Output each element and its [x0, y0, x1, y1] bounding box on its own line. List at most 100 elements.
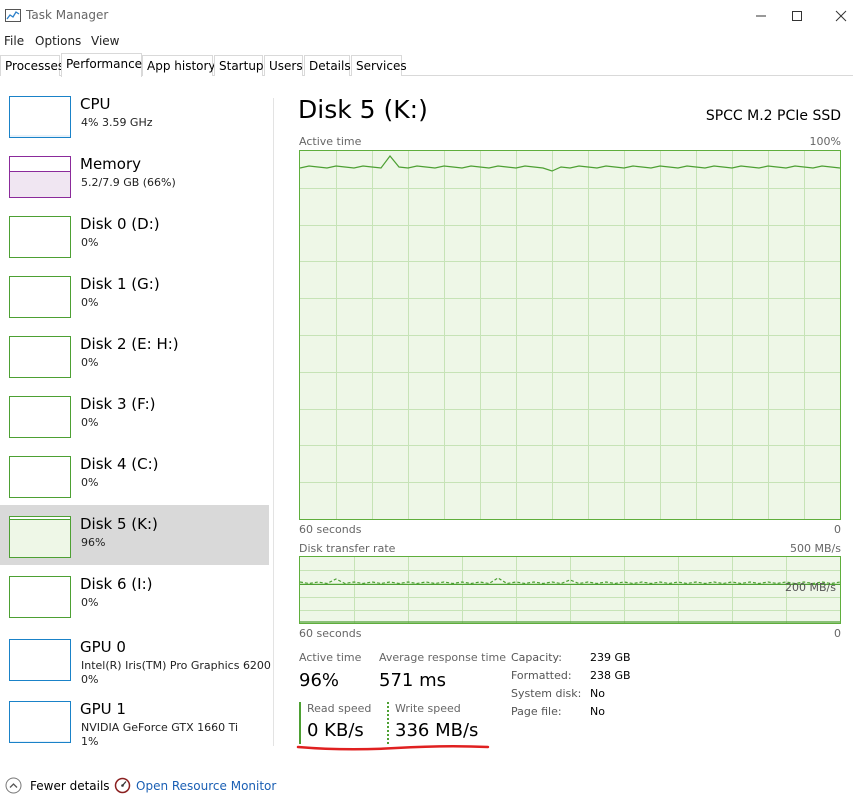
tab-processes[interactable]: Processes: [0, 55, 64, 76]
sidebar-item-title: GPU 0: [80, 638, 126, 656]
active-time-label: Active time: [299, 651, 362, 664]
tab-users[interactable]: Users: [264, 55, 303, 76]
sidebar-item-title: CPU: [80, 95, 111, 113]
active-graph-max: 100%: [809, 135, 841, 148]
close-button[interactable]: [818, 0, 853, 31]
sidebar-item-subtitle: 0%: [81, 596, 99, 609]
minimize-icon: [756, 15, 766, 17]
tab-bar: Processes Performance App history Startu…: [0, 53, 853, 77]
active-graph-label: Active time: [299, 135, 362, 148]
menu-options[interactable]: Options: [35, 34, 81, 48]
sidebar-item-subtitle: NVIDIA GeForce GTX 1660 Ti: [81, 721, 239, 734]
sidebar-item-title: Memory: [80, 155, 142, 173]
sidebar-item-title: GPU 1: [80, 700, 126, 718]
fewer-details-link[interactable]: Fewer details: [30, 779, 110, 793]
usage-thumbnail: [9, 216, 71, 258]
usage-thumbnail: [9, 276, 71, 318]
usage-thumbnail: [9, 396, 71, 438]
sidebar-item-subtitle: Intel(R) Iris(TM) Pro Graphics 6200: [81, 659, 271, 672]
sidebar-item-disk-0-d[interactable]: Disk 0 (D:) 0%: [0, 205, 269, 265]
formatted-value: 238 GB: [590, 669, 631, 682]
maximize-button[interactable]: [774, 0, 820, 31]
footer-bar: Fewer details Open Resource Monitor: [0, 772, 853, 797]
page-title: Disk 5 (K:): [298, 95, 428, 124]
usage-thumbnail: [9, 576, 71, 618]
sidebar-item-disk-2-e-h[interactable]: Disk 2 (E: H:) 0%: [0, 325, 269, 385]
system-disk-key: System disk:: [511, 687, 582, 700]
transfer-graph-label: Disk transfer rate: [299, 542, 396, 555]
tab-startup[interactable]: Startup: [214, 55, 264, 76]
sidebar-item-title: Disk 0 (D:): [80, 215, 160, 233]
read-speed-label: Read speed: [307, 702, 372, 715]
system-disk-value: No: [590, 687, 605, 700]
sidebar-item-title: Disk 6 (I:): [80, 575, 153, 593]
transfer-graph-xlabel: 60 seconds: [299, 627, 362, 640]
page-file-key: Page file:: [511, 705, 562, 718]
menu-view[interactable]: View: [91, 34, 119, 48]
active-time-graph: [299, 150, 841, 520]
transfer-rate-plot: [300, 557, 840, 623]
sidebar-item-memory[interactable]: Memory 5.2/7.9 GB (66%): [0, 145, 269, 205]
formatted-key: Formatted:: [511, 669, 572, 682]
active-time-area: [300, 156, 840, 519]
transfer-rate-graph: 200 MB/s: [299, 556, 841, 624]
sidebar-item-subtitle: 0%: [81, 356, 99, 369]
write-speed-label: Write speed: [395, 702, 461, 715]
sidebar-item-disk-3-f[interactable]: Disk 3 (F:) 0%: [0, 385, 269, 445]
read-speed-marker: [299, 702, 301, 744]
sidebar-item-subtitle: 4% 3.59 GHz: [81, 116, 153, 129]
usage-thumbnail: [9, 456, 71, 498]
tab-performance[interactable]: Performance: [61, 53, 142, 77]
transfer-graph-min: 0: [834, 627, 841, 640]
sidebar-item-title: Disk 1 (G:): [80, 275, 160, 293]
usage-fill: [10, 741, 70, 742]
chevron-up-icon[interactable]: [5, 777, 22, 794]
tab-services[interactable]: Services: [351, 55, 407, 76]
sidebar-item-usage: 1%: [81, 735, 99, 748]
maximize-icon: [792, 11, 802, 21]
active-graph-xlabel: 60 seconds: [299, 523, 362, 536]
tab-details[interactable]: Details: [304, 55, 351, 76]
write-speed-value: 336 MB/s: [395, 720, 479, 741]
sidebar-item-disk-1-g[interactable]: Disk 1 (G:) 0%: [0, 265, 269, 325]
sidebar-divider: [273, 98, 274, 746]
usage-fill: [10, 171, 70, 197]
sidebar-item-subtitle: 0%: [81, 296, 99, 309]
sidebar-item-title: Disk 2 (E: H:): [80, 335, 179, 353]
usage-thumbnail: [9, 516, 71, 558]
red-underline-annotation: [296, 744, 490, 751]
sidebar-item-title: Disk 4 (C:): [80, 455, 159, 473]
sidebar-item-gpu-1[interactable]: GPU 1 NVIDIA GeForce GTX 1660 Ti 1%: [0, 690, 269, 750]
usage-fill: [10, 135, 70, 137]
title-bar: Task Manager: [0, 0, 853, 31]
menu-file[interactable]: File: [4, 34, 24, 48]
sidebar-item-gpu-0[interactable]: GPU 0 Intel(R) Iris(TM) Pro Graphics 6200…: [0, 628, 271, 688]
usage-thumbnail: [9, 336, 71, 378]
sidebar-item-title: Disk 3 (F:): [80, 395, 156, 413]
page-file-value: No: [590, 705, 605, 718]
capacity-key: Capacity:: [511, 651, 562, 664]
device-model: SPCC M.2 PCIe SSD: [705, 108, 841, 124]
task-manager-icon: [5, 9, 21, 22]
open-resource-monitor-link[interactable]: Open Resource Monitor: [136, 779, 276, 793]
sidebar-item-title: Disk 5 (K:): [80, 515, 158, 533]
active-graph-min: 0: [834, 523, 841, 536]
capacity-value: 239 GB: [590, 651, 631, 664]
usage-fill: [10, 519, 70, 557]
sidebar-item-disk-6-i[interactable]: Disk 6 (I:) 0%: [0, 565, 269, 625]
sidebar-item-subtitle: 0%: [81, 236, 99, 249]
sidebar-item-cpu[interactable]: CPU 4% 3.59 GHz: [0, 85, 269, 145]
usage-thumbnail: [9, 639, 71, 681]
transfer-graph-max: 500 MB/s: [790, 542, 841, 555]
resource-monitor-icon: [114, 777, 131, 794]
resource-sidebar: CPU 4% 3.59 GHz Memory 5.2/7.9 GB (66%) Disk…: [0, 85, 271, 755]
close-icon: [835, 10, 847, 22]
sidebar-item-subtitle: 5.2/7.9 GB (66%): [81, 176, 176, 189]
sidebar-item-disk-4-c[interactable]: Disk 4 (C:) 0%: [0, 445, 269, 505]
read-speed-value: 0 KB/s: [307, 720, 364, 741]
menu-bar: File Options View: [0, 32, 853, 50]
window-title: Task Manager: [26, 8, 109, 22]
usage-thumbnail: [9, 701, 71, 743]
tab-app-history[interactable]: App history: [142, 55, 216, 76]
sidebar-item-disk-5-k[interactable]: Disk 5 (K:) 96%: [0, 505, 269, 565]
